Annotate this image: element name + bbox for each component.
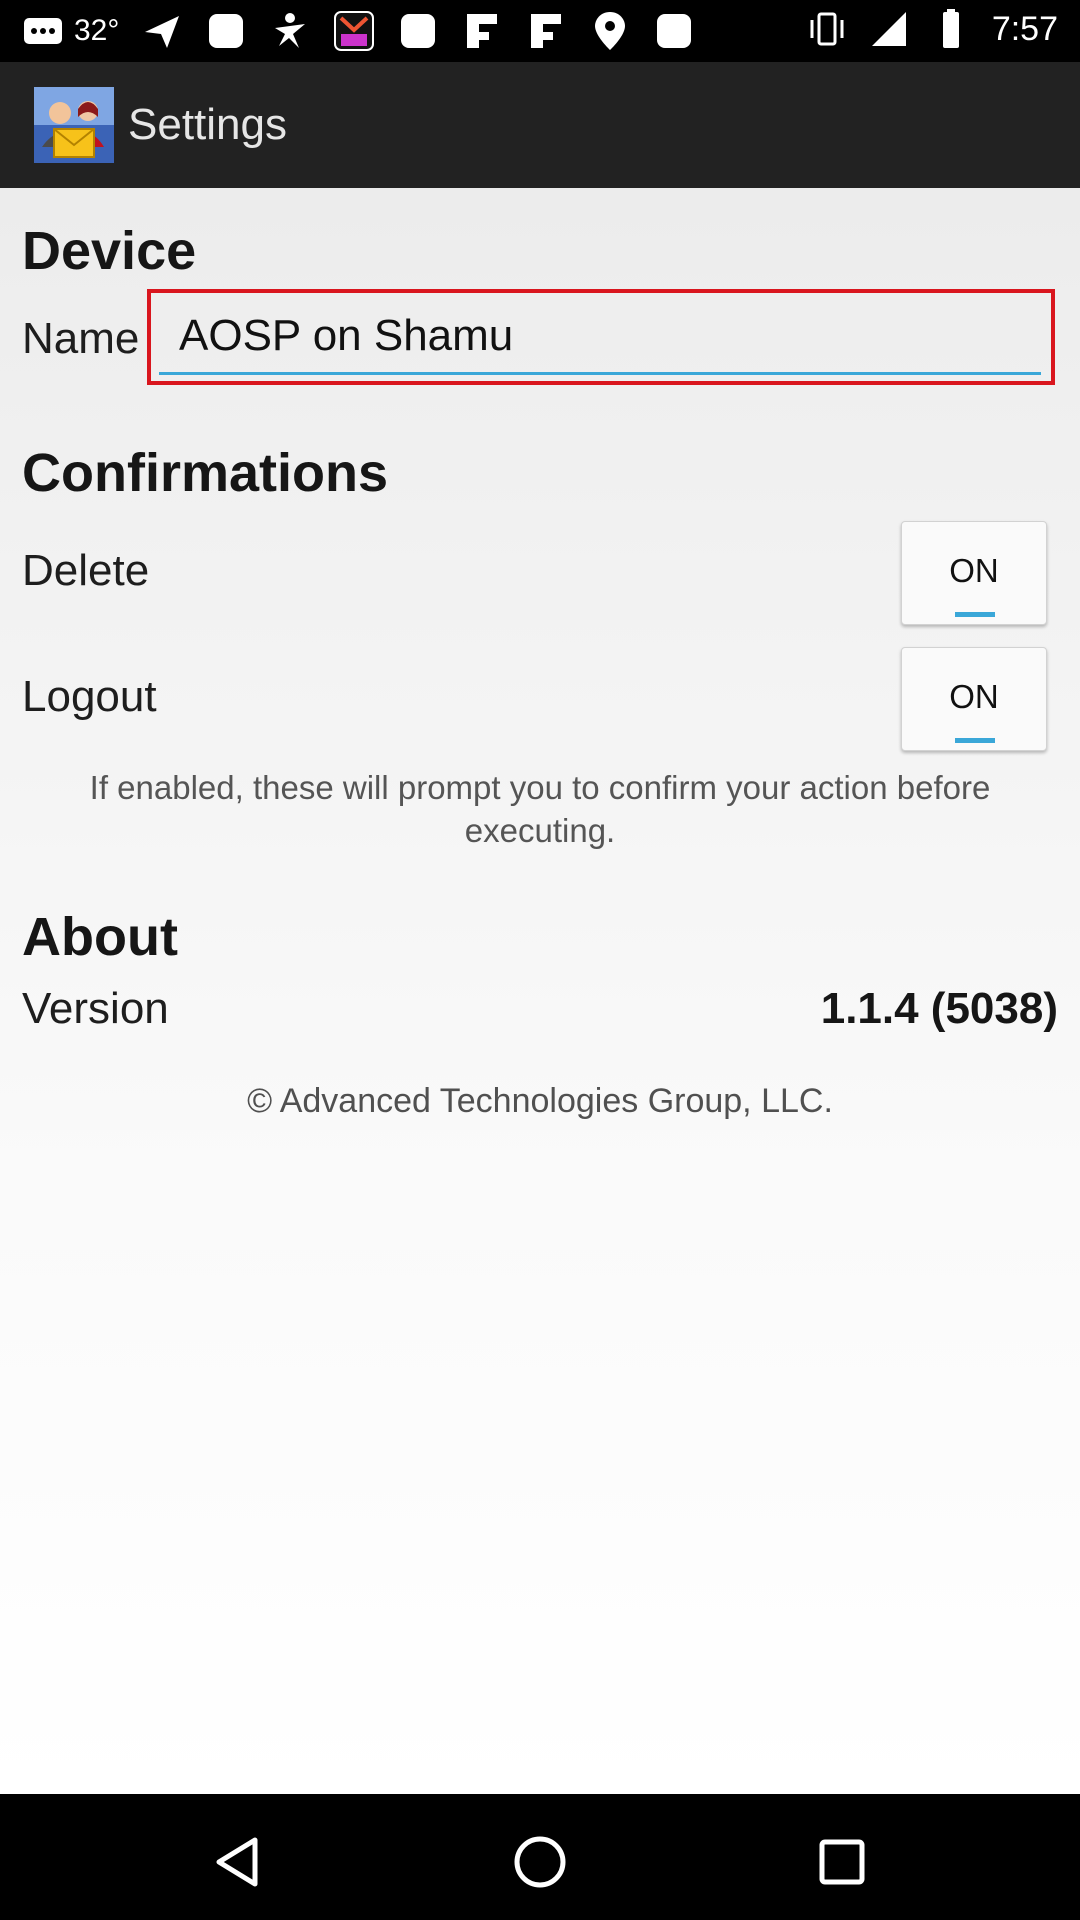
device-section-title: Device: [22, 221, 197, 281]
version-label: Version: [22, 984, 169, 1033]
delete-confirmation-toggle[interactable]: ON: [901, 521, 1047, 625]
home-icon[interactable]: [510, 1832, 570, 1892]
confirmations-section-title: Confirmations: [22, 443, 389, 503]
status-bar: 32° 7:57: [0, 0, 1080, 62]
notification-icon: [209, 14, 244, 48]
location-icon: [595, 12, 626, 50]
app-bar: Settings: [0, 62, 1080, 188]
device-name-input[interactable]: [159, 299, 1041, 375]
status-bar-notifications: 32°: [22, 10, 695, 52]
pop-app-icon: [334, 11, 375, 51]
logout-toggle-state: ON: [949, 678, 999, 715]
flipboard-icon: [467, 14, 498, 48]
temperature-text: 32°: [74, 14, 120, 47]
delete-label: Delete: [22, 546, 150, 595]
status-bar-system: 7:57: [806, 8, 1058, 50]
name-field-highlight: [147, 289, 1055, 385]
logout-label: Logout: [22, 672, 157, 721]
settings-content: Device Name Confirmations Delete ON Logo…: [0, 188, 1080, 1794]
about-section-title: About: [22, 907, 178, 967]
copyright-text: © Advanced Technologies Group, LLC.: [247, 1082, 833, 1120]
signal-icon: [871, 12, 906, 46]
battery-icon: [942, 9, 959, 48]
version-value: 1.1.4 (5038): [820, 984, 1058, 1033]
navigation-bar: [0, 1794, 1080, 1920]
vibrate-icon: [810, 12, 844, 46]
page-title: Settings: [128, 100, 287, 149]
logout-toggle-indicator: [955, 738, 995, 743]
app-logo-icon: [34, 87, 114, 163]
flipboard-icon: [531, 14, 562, 48]
recents-icon[interactable]: [812, 1832, 872, 1892]
logout-confirmation-toggle[interactable]: ON: [901, 647, 1047, 751]
delete-toggle-indicator: [955, 612, 995, 617]
send-icon: [145, 16, 180, 48]
delete-toggle-state: ON: [949, 552, 999, 589]
name-label: Name: [22, 314, 140, 363]
message-icon: [24, 18, 62, 44]
back-icon[interactable]: [209, 1832, 269, 1892]
clock-text: 7:57: [991, 9, 1058, 48]
notification-icon: [401, 14, 436, 48]
fitness-icon: [275, 13, 306, 48]
confirmations-hint: If enabled, these will prompt you to con…: [89, 769, 991, 849]
notification-icon: [657, 14, 692, 48]
